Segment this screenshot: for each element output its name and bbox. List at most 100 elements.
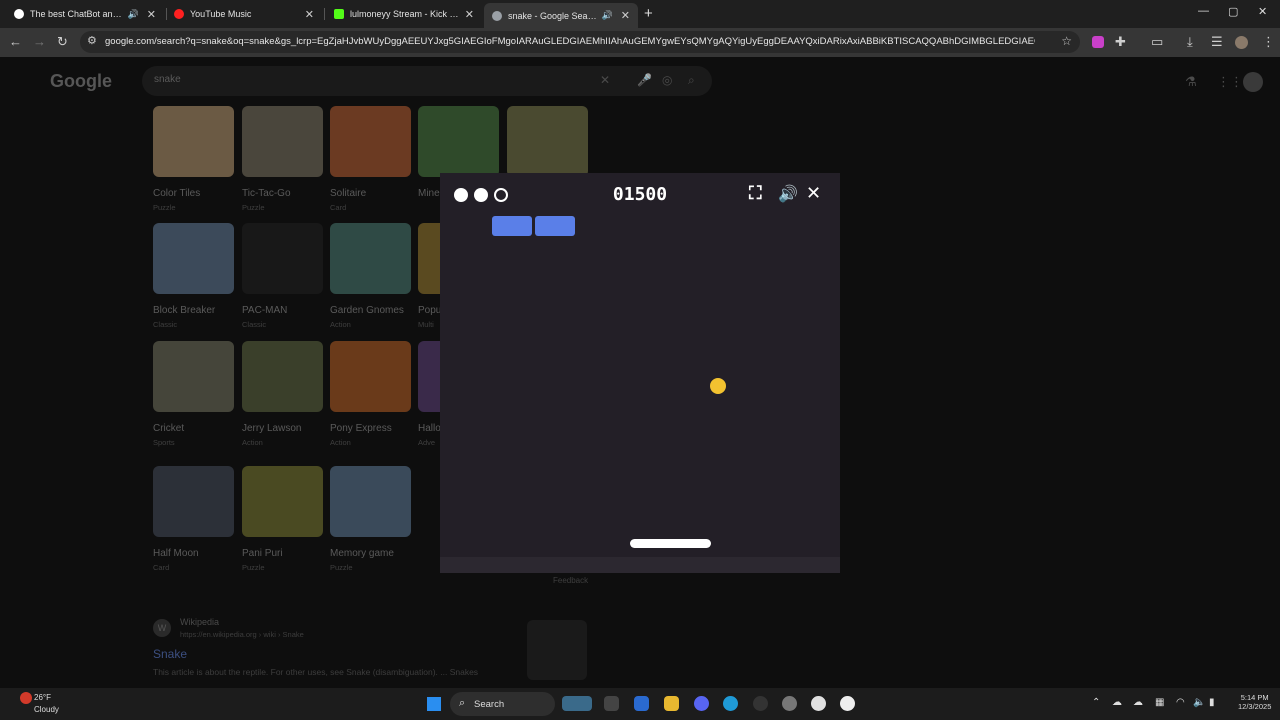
menu-icon[interactable]: ⋮ <box>1262 34 1275 50</box>
file-explorer-icon[interactable] <box>604 696 619 711</box>
tab-close-icon[interactable]: ✕ <box>305 8 314 21</box>
game-card[interactable]: Garden Gnomes Action <box>330 223 412 329</box>
windows-start-icon[interactable] <box>427 697 441 711</box>
minimize-button[interactable]: — <box>1198 5 1209 17</box>
network-icon[interactable]: ▦ <box>1155 697 1164 708</box>
chevron-up-icon[interactable]: ⌃ <box>1092 697 1100 708</box>
new-tab-button[interactable]: + <box>644 5 653 22</box>
folder-icon[interactable] <box>664 696 679 711</box>
game-card[interactable]: Solitaire Card <box>330 106 412 212</box>
tab-kick-dashboard[interactable]: lulmoneyy Stream - Kick Dashb ✕ <box>326 3 482 25</box>
settings-icon[interactable] <box>782 696 797 711</box>
game-card[interactable]: Cricket Sports <box>153 341 235 447</box>
download-icon[interactable]: ⤓ <box>1187 34 1193 50</box>
desktop: The best ChatBot and Widg 🔊 ✕ YouTube Mu… <box>0 0 1280 720</box>
extension-u-icon[interactable] <box>1092 36 1104 48</box>
discord-icon[interactable] <box>694 696 709 711</box>
tab-audio-icon[interactable]: 🔊 <box>602 10 613 21</box>
weather-description[interactable]: Cloudy <box>34 705 59 714</box>
url-text[interactable]: google.com/search?q=snake&oq=snake&gs_lc… <box>105 36 1035 47</box>
game-card[interactable]: Hallo Adve <box>418 341 440 447</box>
result-title-link[interactable]: Snake <box>153 647 187 661</box>
game-card[interactable]: Block Breaker Classic <box>153 223 235 329</box>
taskbar: 26°F Cloudy ⌕ Search ⌃ ☁ ☁ ▦ ◠ 🔈 ▮ 5:14 … <box>0 688 1280 720</box>
chrome-icon[interactable] <box>811 696 826 711</box>
maximize-button[interactable]: ▢ <box>1228 5 1238 18</box>
game-thumbnail <box>153 341 234 412</box>
game-thumbnail <box>153 106 234 177</box>
edge-icon[interactable] <box>723 696 738 711</box>
brick <box>492 216 532 236</box>
close-window-button[interactable]: ✕ <box>1258 5 1267 18</box>
apps-grid-icon[interactable]: ⋮⋮ <box>1217 74 1243 90</box>
back-button[interactable]: ← <box>9 34 22 49</box>
tune-icon[interactable]: ⚙ <box>87 34 97 47</box>
voice-search-icon[interactable]: 🎤 <box>637 73 652 87</box>
taskbar-search[interactable]: ⌕ Search <box>450 692 555 716</box>
bookmark-star-icon[interactable]: ☆ <box>1061 34 1072 48</box>
tab-close-icon[interactable]: ✕ <box>621 9 630 22</box>
fullscreen-icon[interactable]: ⛶ <box>749 183 762 204</box>
feedback-link[interactable]: Feedback <box>553 576 588 585</box>
game-card[interactable]: Memory game Puzzle <box>330 466 412 572</box>
tab-google-search[interactable]: snake - Google Search 🔊 ✕ <box>484 3 638 28</box>
tab-close-icon[interactable]: ✕ <box>465 8 474 21</box>
labs-icon[interactable]: ⚗ <box>1185 74 1197 90</box>
battery-icon[interactable]: ▮ <box>1209 697 1215 708</box>
cloud-sync-icon[interactable]: ☁ <box>1112 697 1122 708</box>
weather-icon[interactable] <box>20 692 32 704</box>
reload-button[interactable]: ↻ <box>57 34 68 50</box>
result-site-name[interactable]: Wikipedia <box>180 617 219 627</box>
media-icon[interactable] <box>840 696 855 711</box>
account-avatar-icon[interactable] <box>1243 72 1263 92</box>
tab-youtube-music[interactable]: YouTube Music ✕ <box>166 3 322 25</box>
result-url[interactable]: https://en.wikipedia.org › wiki › Snake <box>180 630 304 639</box>
wikipedia-icon: W <box>153 619 171 637</box>
result-snippet: This article is about the reptile. For o… <box>153 667 479 677</box>
sidebar-icon[interactable]: ▭ <box>1151 34 1163 50</box>
score: 01500 <box>612 184 668 205</box>
tab-divider <box>324 8 325 20</box>
sound-icon[interactable]: 🔊 <box>778 184 798 204</box>
lens-icon[interactable]: ◎ <box>662 73 672 87</box>
address-bar[interactable]: ⚙ google.com/search?q=snake&oq=snake&gs_… <box>80 31 1080 53</box>
onedrive-icon[interactable]: ☁ <box>1133 697 1143 708</box>
google-logo[interactable]: Google <box>50 71 112 92</box>
copilot-icon[interactable] <box>562 696 592 711</box>
wifi-icon[interactable]: ◠ <box>1176 697 1185 708</box>
globe-favicon-icon <box>492 10 502 21</box>
result-thumbnail[interactable] <box>527 620 587 680</box>
forward-button[interactable]: → <box>33 34 46 49</box>
system-clock[interactable]: 5:14 PM 12/3/2025 <box>1238 693 1271 711</box>
tab-close-icon[interactable]: ✕ <box>147 8 156 21</box>
game-card[interactable]: Half Moon Card <box>153 466 235 572</box>
game-card[interactable]: Pony Express Action <box>330 341 412 447</box>
paddle[interactable] <box>630 539 711 548</box>
close-game-icon[interactable]: ✕ <box>806 183 821 204</box>
profile-avatar-icon[interactable] <box>1235 36 1248 49</box>
block-breaker-game[interactable]: 01500 ⛶ 🔊 ✕ <box>440 173 840 573</box>
tab-audio-icon[interactable]: 🔊 <box>128 9 139 20</box>
game-card[interactable]: Color Tiles Puzzle <box>153 106 235 212</box>
tab-chatbot[interactable]: The best ChatBot and Widg 🔊 ✕ <box>6 3 164 25</box>
clock-date: 12/3/2025 <box>1238 702 1272 711</box>
weather-temperature[interactable]: 26°F <box>34 693 51 702</box>
search-query[interactable]: snake <box>154 74 181 85</box>
clock-time: 5:14 PM <box>1240 693 1269 702</box>
game-thumbnail <box>242 106 323 177</box>
game-card[interactable]: Pani Puri Puzzle <box>242 466 324 572</box>
game-thumbnail <box>418 341 440 412</box>
chatbot-favicon-icon <box>14 9 24 19</box>
reading-list-icon[interactable]: ☰ <box>1211 34 1223 50</box>
store-icon[interactable] <box>634 696 649 711</box>
game-card[interactable]: PAC-MAN Classic <box>242 223 324 329</box>
game-card[interactable]: Tic-Tac-Go Puzzle <box>242 106 324 212</box>
clear-icon[interactable]: ✕ <box>600 73 610 87</box>
volume-icon[interactable]: 🔈 <box>1193 697 1205 708</box>
game-card[interactable]: Popu Multi <box>418 223 440 329</box>
game-card[interactable]: Jerry Lawson Action <box>242 341 324 447</box>
search-icon[interactable]: ⌕ <box>688 73 695 88</box>
puzzle-icon[interactable]: ✚ <box>1115 34 1126 50</box>
app-icon[interactable] <box>753 696 768 711</box>
search-box[interactable]: snake ✕ 🎤 ◎ ⌕ <box>142 66 712 96</box>
